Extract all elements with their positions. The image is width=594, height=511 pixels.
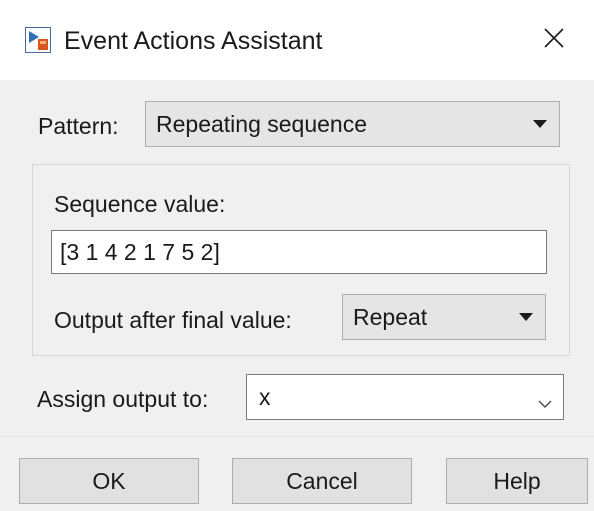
cancel-button[interactable]: Cancel	[232, 458, 412, 504]
output-after-final-value-dropdown[interactable]: Repeat	[342, 294, 546, 340]
pattern-label: Pattern:	[38, 113, 119, 139]
window-title: Event Actions Assistant	[64, 27, 323, 55]
close-button[interactable]	[514, 0, 594, 80]
title-bar: Event Actions Assistant	[0, 0, 594, 80]
output-after-final-value-label: Output after final value:	[54, 307, 292, 333]
assign-output-combobox[interactable]: x	[246, 374, 564, 420]
assign-output-label: Assign output to:	[37, 386, 209, 412]
pattern-dropdown[interactable]: Repeating sequence	[145, 101, 560, 147]
pattern-selected-value: Repeating sequence	[156, 111, 367, 137]
assign-output-value: x	[259, 384, 271, 410]
sequence-value-input[interactable]: [3 1 4 2 1 7 5 2]	[51, 230, 547, 274]
close-icon	[542, 26, 566, 55]
ok-button[interactable]: OK	[19, 458, 199, 504]
output-after-selected-value: Repeat	[353, 304, 428, 330]
caret-down-icon	[519, 313, 533, 321]
help-button[interactable]: Help	[446, 458, 588, 504]
chevron-down-icon	[537, 390, 553, 408]
simulink-event-icon	[25, 27, 51, 53]
sequence-value-label: Sequence value:	[54, 191, 226, 217]
caret-down-icon	[533, 120, 547, 128]
event-actions-assistant-dialog: Event Actions Assistant Pattern: Repeati…	[0, 0, 594, 511]
footer-divider	[0, 436, 594, 437]
sequence-value-text: [3 1 4 2 1 7 5 2]	[60, 239, 220, 265]
